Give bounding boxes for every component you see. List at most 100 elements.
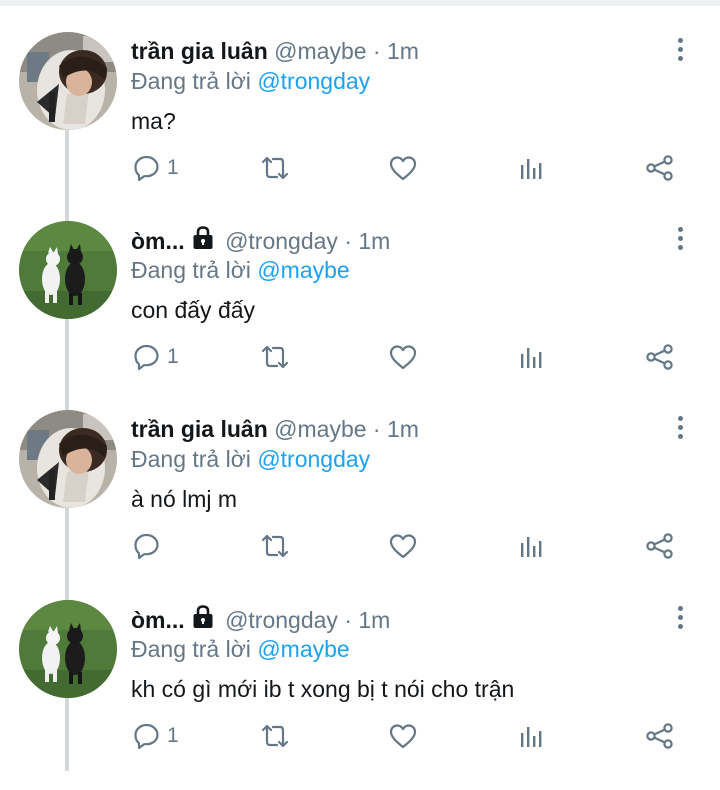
reply-icon — [133, 343, 161, 371]
avatar[interactable] — [19, 600, 117, 698]
avatar[interactable] — [19, 32, 117, 130]
analytics-icon — [517, 154, 545, 182]
reply-icon — [133, 532, 161, 560]
retweet-icon — [259, 532, 291, 560]
like-button[interactable] — [388, 337, 418, 377]
more-vertical-icon[interactable] — [672, 606, 688, 632]
tweet-text: con đấy đấy — [131, 297, 256, 323]
avatar-photo — [19, 600, 117, 698]
tweet-header: trần gia luân @maybe · 1m — [131, 414, 419, 444]
lock-icon — [191, 225, 215, 251]
share-button[interactable] — [645, 716, 675, 756]
retweet-button[interactable] — [259, 148, 291, 188]
display-name[interactable]: òm... — [131, 228, 185, 254]
analytics-button[interactable] — [517, 716, 545, 756]
mention-link[interactable]: @trongday — [257, 446, 370, 472]
reply-count: 1 — [167, 345, 179, 368]
replying-to-label: Đang trả lời — [131, 68, 251, 94]
tweet-header: òm... @trongday · 1m — [131, 604, 390, 635]
separator-dot: · — [344, 228, 352, 254]
tweet[interactable]: òm... @trongday · 1m Đang trả lời @maybe… — [0, 600, 720, 790]
retweet-icon — [259, 722, 291, 750]
tweet-text: kh có gì mới ib t xong bị t nói cho trận — [131, 676, 515, 702]
action-bar: 1 — [0, 716, 720, 756]
timestamp[interactable]: 1m — [387, 38, 419, 64]
analytics-icon — [517, 722, 545, 750]
analytics-button[interactable] — [517, 337, 545, 377]
reply-button[interactable]: 1 — [133, 148, 179, 188]
replying-to-label: Đang trả lời — [131, 446, 251, 472]
display-name[interactable]: trần gia luân — [131, 38, 268, 64]
mention-link[interactable]: @maybe — [257, 636, 349, 662]
analytics-button[interactable] — [517, 148, 545, 188]
share-icon — [645, 722, 675, 750]
reply-button[interactable] — [133, 526, 167, 566]
action-bar — [0, 526, 720, 566]
retweet-button[interactable] — [259, 337, 291, 377]
tweet[interactable]: òm... @trongday · 1m Đang trả lời @maybe… — [0, 221, 720, 411]
timestamp[interactable]: 1m — [358, 228, 390, 254]
reply-icon — [133, 722, 161, 750]
tweet-text: à nó lmj m — [131, 486, 238, 512]
avatar[interactable] — [19, 221, 117, 319]
share-icon — [645, 532, 675, 560]
avatar-photo — [19, 32, 117, 130]
reply-button[interactable]: 1 — [133, 716, 179, 756]
more-vertical-icon[interactable] — [672, 416, 688, 442]
action-bar: 1 — [0, 148, 720, 188]
replying-to-label: Đang trả lời — [131, 257, 251, 283]
replying-to: Đang trả lời @trongday — [131, 444, 370, 474]
user-handle[interactable]: @maybe — [274, 38, 366, 64]
retweet-icon — [259, 343, 291, 371]
retweet-icon — [259, 154, 291, 182]
replying-to: Đang trả lời @maybe — [131, 634, 350, 664]
analytics-icon — [517, 343, 545, 371]
retweet-button[interactable] — [259, 716, 291, 756]
more-vertical-icon[interactable] — [672, 38, 688, 64]
avatar-photo — [19, 221, 117, 319]
like-button[interactable] — [388, 148, 418, 188]
heart-icon — [388, 532, 418, 560]
heart-icon — [388, 343, 418, 371]
tweet-header: trần gia luân @maybe · 1m — [131, 36, 419, 66]
like-button[interactable] — [388, 526, 418, 566]
share-icon — [645, 343, 675, 371]
tweet[interactable]: trần gia luân @maybe · 1m Đang trả lời @… — [0, 32, 720, 222]
timestamp[interactable]: 1m — [358, 607, 390, 633]
retweet-button[interactable] — [259, 526, 291, 566]
like-button[interactable] — [388, 716, 418, 756]
user-handle[interactable]: @trongday — [225, 607, 338, 633]
user-handle[interactable]: @trongday — [225, 228, 338, 254]
reply-button[interactable]: 1 — [133, 337, 179, 377]
action-bar: 1 — [0, 337, 720, 377]
tweet-header: òm... @trongday · 1m — [131, 225, 390, 256]
display-name[interactable]: trần gia luân — [131, 416, 268, 442]
mention-link[interactable]: @trongday — [257, 68, 370, 94]
mention-link[interactable]: @maybe — [257, 257, 349, 283]
separator-dot: · — [372, 38, 381, 64]
share-icon — [645, 154, 675, 182]
reply-count: 1 — [167, 724, 179, 747]
replying-to: Đang trả lời @trongday — [131, 66, 370, 96]
share-button[interactable] — [645, 148, 675, 188]
user-handle[interactable]: @maybe — [274, 416, 366, 442]
top-divider — [0, 0, 720, 6]
reply-count: 1 — [167, 156, 179, 179]
replying-to: Đang trả lời @maybe — [131, 255, 350, 285]
replying-to-label: Đang trả lời — [131, 636, 251, 662]
timestamp[interactable]: 1m — [387, 416, 419, 442]
reply-icon — [133, 154, 161, 182]
analytics-button[interactable] — [517, 526, 545, 566]
heart-icon — [388, 722, 418, 750]
more-vertical-icon[interactable] — [672, 227, 688, 253]
avatar[interactable] — [19, 410, 117, 508]
separator-dot: · — [372, 416, 381, 442]
display-name[interactable]: òm... — [131, 607, 185, 633]
share-button[interactable] — [645, 526, 675, 566]
tweet[interactable]: trần gia luân @maybe · 1m Đang trả lời @… — [0, 410, 720, 600]
analytics-icon — [517, 532, 545, 560]
avatar-photo — [19, 410, 117, 508]
separator-dot: · — [344, 607, 352, 633]
lock-icon — [191, 604, 215, 630]
share-button[interactable] — [645, 337, 675, 377]
